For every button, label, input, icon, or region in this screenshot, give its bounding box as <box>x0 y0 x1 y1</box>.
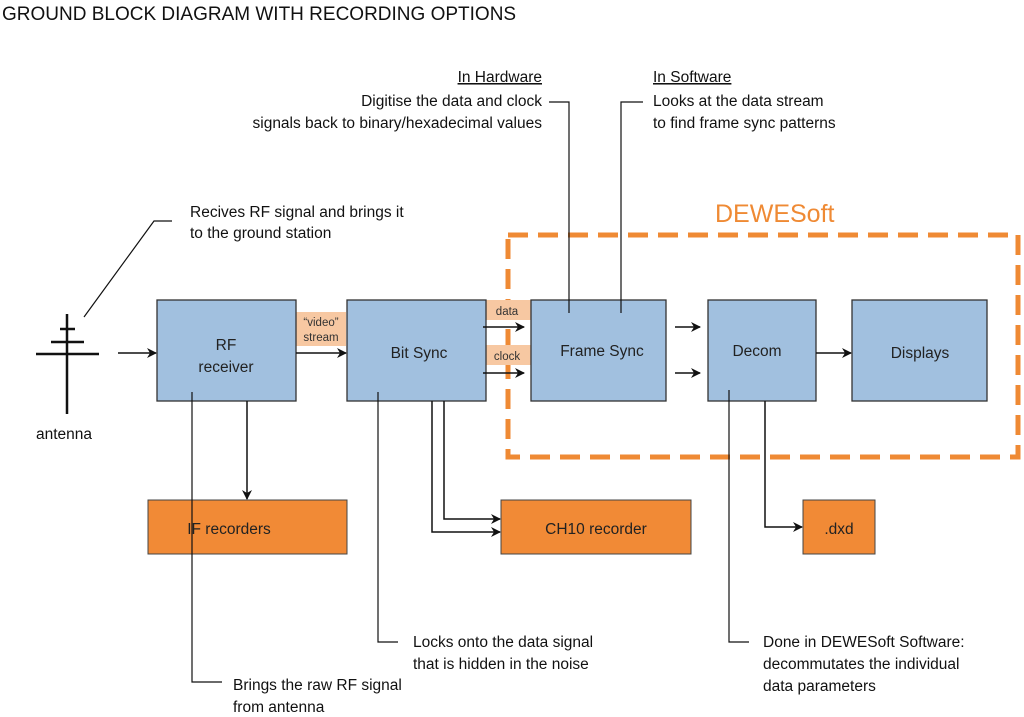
antenna-note-line1: Recives RF signal and brings it <box>190 204 404 221</box>
clock-tag-label: clock <box>494 351 520 363</box>
decom-note-line2: decommutates the individual <box>763 656 959 673</box>
hardware-note-heading: In Hardware <box>458 69 542 86</box>
software-note-line1: Looks at the data stream <box>653 93 824 110</box>
if-recorders-label: IF recorders <box>187 521 271 538</box>
rf-receiver-block[interactable]: RF receiver <box>156 299 297 402</box>
bitsync-to-ch10-arrow-2 <box>431 401 501 537</box>
video-stream-tag-line2: stream <box>303 332 338 344</box>
decom-to-dxd-arrow <box>764 401 803 532</box>
frame-sync-label: Frame Sync <box>560 343 644 360</box>
rf-note-line1: Brings the raw RF signal <box>233 677 402 694</box>
software-note-heading: In Software <box>653 69 731 86</box>
decom-note-line1: Done in DEWESoft Software: <box>763 634 965 651</box>
video-stream-tag-line1: “video” <box>303 317 338 329</box>
rf-note-line2: from antenna <box>233 699 325 716</box>
rf-receiver-label-line2: receiver <box>198 359 253 376</box>
displays-label: Displays <box>891 345 950 362</box>
ch10-recorder-label: CH10 recorder <box>545 521 647 538</box>
dxd-label: .dxd <box>824 521 853 538</box>
bit-sync-label: Bit Sync <box>391 345 448 362</box>
antenna-icon <box>36 314 99 414</box>
hardware-note-line2: signals back to binary/hexadecimal value… <box>253 115 543 132</box>
decom-note-line3: data parameters <box>763 678 876 695</box>
decom-label: Decom <box>732 343 781 360</box>
bitsync-note-leader <box>377 392 398 643</box>
bitsync-to-ch10-arrow-1 <box>443 401 501 524</box>
decom-block[interactable]: Decom <box>707 299 817 402</box>
dewesoft-label: DEWESoft <box>715 200 835 228</box>
rf-receiver-label-line1: RF <box>216 337 237 354</box>
hardware-note-line1: Digitise the data and clock <box>361 93 542 110</box>
software-note-line2: to find frame sync patterns <box>653 115 836 132</box>
diagram-title: GROUND BLOCK DIAGRAM WITH RECORDING OPTI… <box>2 4 516 25</box>
dxd-block[interactable]: .dxd <box>802 499 876 555</box>
hardware-note-leader <box>549 101 570 313</box>
bitsync-note-line2: that is hidden in the noise <box>413 656 589 673</box>
bitsync-note-line1: Locks onto the data signal <box>413 634 593 651</box>
bit-sync-block[interactable]: Bit Sync <box>346 299 487 402</box>
displays-block[interactable]: Displays <box>851 299 988 402</box>
ch10-recorder-block[interactable]: CH10 recorder <box>500 499 692 555</box>
if-recorders-block[interactable]: IF recorders <box>147 499 348 555</box>
antenna-note-line2: to the ground station <box>190 225 331 242</box>
antenna-label: antenna <box>36 426 92 443</box>
frame-sync-block[interactable]: Frame Sync <box>530 299 667 402</box>
ground-block-diagram: GROUND BLOCK DIAGRAM WITH RECORDING OPTI… <box>2 4 1021 716</box>
decom-note-leader <box>728 390 749 643</box>
software-note-leader <box>620 101 643 313</box>
data-tag-label: data <box>496 306 519 318</box>
